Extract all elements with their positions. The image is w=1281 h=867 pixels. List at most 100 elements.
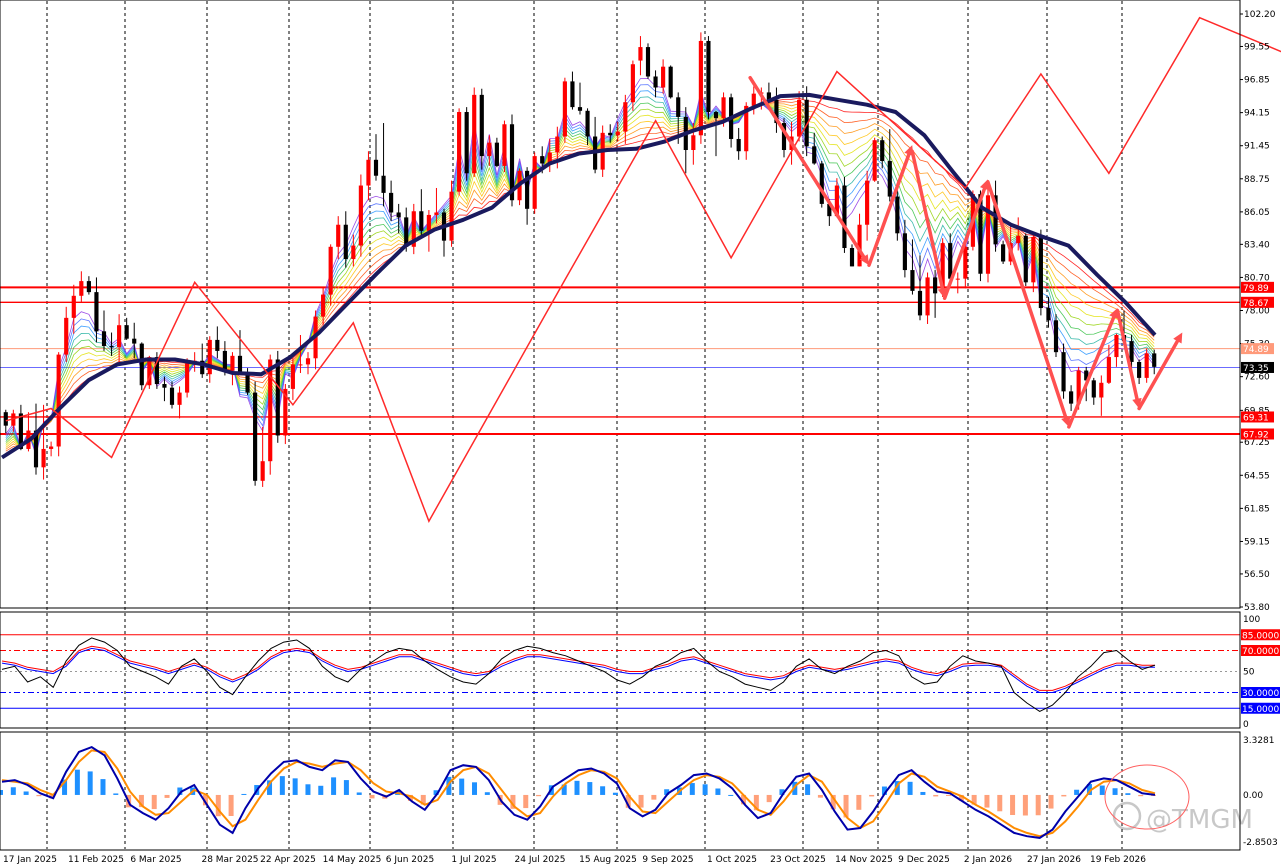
candle-body [449, 191, 454, 241]
candle-body [298, 364, 303, 366]
macd-hist-bar [10, 787, 16, 795]
candle-body [1023, 235, 1028, 283]
level-tag-label: 78.67 [1243, 299, 1269, 309]
macd-hist-bar [574, 780, 580, 795]
macd-hist-bar [343, 780, 349, 795]
candle [464, 107, 469, 181]
date-label: 17 Jan 2025 [3, 855, 57, 865]
candle [706, 36, 711, 120]
candle-body [819, 163, 824, 204]
price-tick-label: 56.50 [1244, 570, 1270, 580]
rsi-level-tag-label: 70.0000 [1242, 647, 1279, 657]
date-label: 19 Feb 2026 [1090, 855, 1146, 865]
candle-body [661, 66, 666, 88]
macd-tick-label: 0.00 [1243, 791, 1263, 801]
candle-body [713, 112, 719, 119]
level-tag-label: 74.89 [1243, 345, 1269, 355]
candle-body [706, 40, 711, 113]
macd-hist-bar [1061, 794, 1067, 797]
rsi-tick-label: 50 [1243, 668, 1255, 678]
date-label: 2 Jan 2026 [964, 855, 1012, 865]
candle-body [562, 81, 567, 137]
candle-body [849, 248, 855, 267]
macd-hist-bar [484, 792, 490, 795]
candle-body [366, 159, 371, 186]
macd-hist-bar [536, 794, 542, 797]
candle-body [585, 110, 590, 137]
candle-body [132, 338, 137, 344]
macd-hist-bar [36, 794, 42, 797]
macd-hist-bar [1048, 794, 1054, 809]
level-tag-4: 69.31 [1241, 411, 1274, 423]
candle [895, 190, 900, 241]
candle-body [358, 185, 363, 246]
candle-body [887, 161, 892, 197]
candle-body [880, 140, 885, 162]
date-label: 6 Mar 2025 [130, 855, 181, 865]
candle-body [1053, 320, 1059, 353]
candle-body [555, 136, 560, 153]
candle-body [41, 448, 46, 468]
candle-body [865, 180, 870, 225]
candle-body [910, 270, 915, 291]
candle-body [169, 387, 175, 405]
candle-body [207, 339, 212, 375]
candle-body [1016, 235, 1021, 244]
rsi-level-tag-label: 85.0000 [1242, 631, 1279, 641]
level-tag-5: 67.92 [1241, 428, 1274, 441]
candle-body [1001, 244, 1006, 262]
macd-hist-bar [228, 794, 234, 816]
macd-hist-bar [459, 778, 465, 795]
macd-hist-bar [305, 784, 311, 795]
candle-body [124, 325, 129, 339]
level-tag-label: 73.35 [1243, 364, 1269, 374]
candle-body [336, 224, 341, 247]
candle-body [1106, 357, 1111, 383]
candle [819, 161, 824, 208]
candle-body [985, 195, 991, 274]
candle-body [1069, 391, 1074, 404]
price-tick-label: 86.05 [1244, 208, 1270, 218]
macd-hist-bar [1125, 793, 1131, 795]
candle-body [502, 124, 507, 166]
date-label: 27 Jan 2026 [1027, 855, 1081, 865]
macd-hist-bar [1022, 794, 1028, 816]
candle-body [479, 94, 484, 157]
macd-hist-bar [1099, 785, 1105, 795]
candle [411, 203, 416, 255]
candle [562, 77, 567, 143]
macd-hist-bar [907, 781, 913, 795]
rsi-level-tag: 30.0000 [1241, 687, 1280, 699]
macd-hist-bar [651, 794, 657, 800]
candle-body [472, 94, 477, 174]
candle [502, 120, 507, 173]
candle [253, 381, 258, 486]
price-tick-label: 94.15 [1244, 109, 1270, 119]
price-chart[interactable]: @TMGM 85.0000 70.0000 30.0000 15.0000 100 50 0… [0, 0, 1281, 867]
candle-body [343, 224, 348, 260]
candle-body [623, 102, 628, 132]
candle [1023, 233, 1028, 286]
candle-body [71, 295, 76, 318]
candle-body [638, 47, 643, 61]
macd-hist-bar [805, 784, 811, 795]
macd-hist-bar [87, 771, 93, 795]
date-label: 23 Oct 2025 [770, 855, 826, 865]
candle-body [79, 281, 84, 296]
macd-tick-label: -2.8503 [1243, 838, 1278, 848]
candle-body [532, 156, 537, 209]
candle [185, 358, 190, 398]
candle [985, 185, 991, 283]
rsi-level-tag: 15.0000 [1241, 702, 1280, 715]
rsi-level-tag-label: 30.0000 [1242, 689, 1279, 699]
candle-body [1038, 236, 1043, 309]
date-label: 14 May 2025 [323, 855, 382, 865]
candle-body [736, 138, 741, 152]
candle-body [1114, 335, 1119, 358]
macd-hist-bar [587, 782, 593, 795]
candle-body [305, 358, 311, 365]
macd-hist-bar [523, 794, 529, 809]
candle-body [328, 246, 333, 295]
price-tick-label: 64.55 [1244, 471, 1270, 481]
candle-body [1099, 382, 1104, 398]
